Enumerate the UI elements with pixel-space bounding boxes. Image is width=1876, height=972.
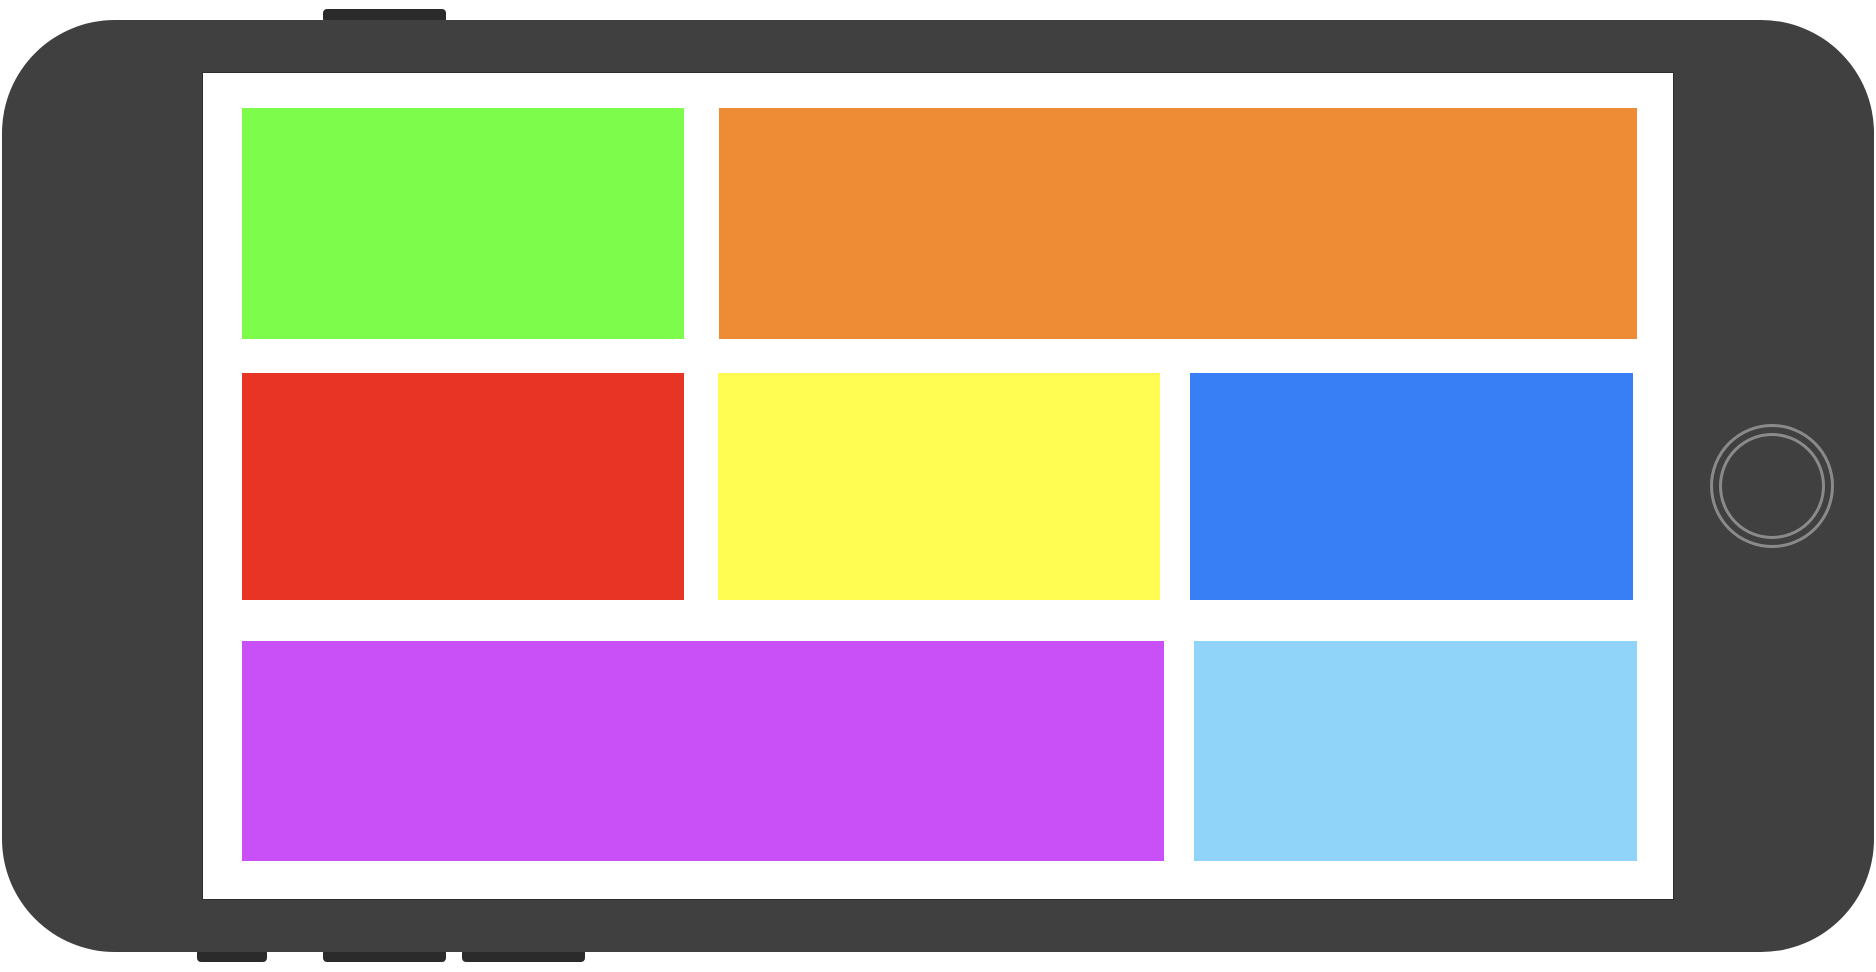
tile-orange [719,108,1637,339]
tile-light-blue [1194,641,1637,861]
tile-green [242,108,684,339]
tile-yellow [718,373,1160,600]
tile-red [242,373,684,600]
phone-screen [202,72,1674,900]
home-button-inner-ring [1719,433,1825,539]
tile-purple [242,641,1164,861]
home-button[interactable] [1710,424,1834,548]
tile-blue [1190,373,1633,600]
